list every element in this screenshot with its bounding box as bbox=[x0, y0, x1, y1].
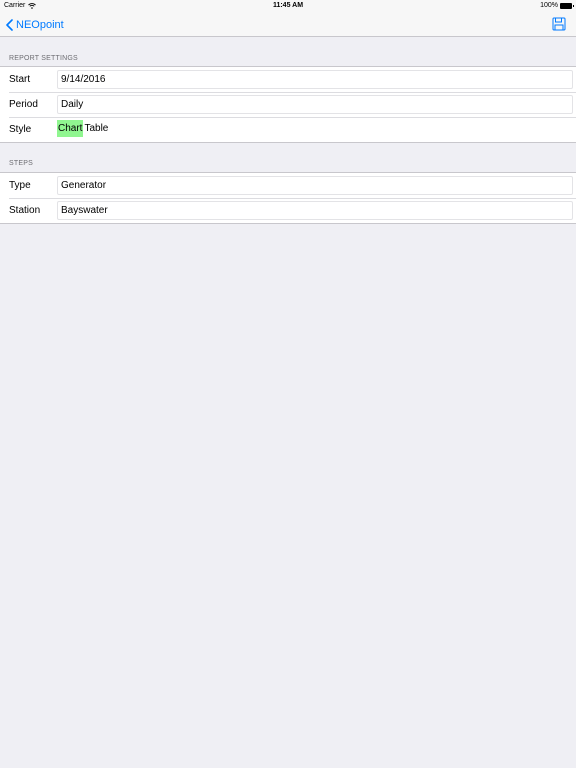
style-label: Style bbox=[9, 124, 32, 135]
start-label: Start bbox=[9, 74, 31, 85]
start-field[interactable]: 9/14/2016 bbox=[57, 70, 573, 89]
style-option-table[interactable]: Table bbox=[83, 120, 109, 137]
period-field[interactable]: Daily bbox=[57, 95, 573, 114]
navigation-bar: NEOpoint bbox=[0, 12, 576, 37]
report-settings-header: REPORT SETTINGS bbox=[9, 55, 78, 62]
period-row: Period Daily bbox=[0, 92, 576, 117]
station-field[interactable]: Bayswater bbox=[57, 201, 573, 220]
chevron-left-icon bbox=[6, 18, 13, 31]
type-row: Type Generator bbox=[0, 173, 576, 198]
type-field[interactable]: Generator bbox=[57, 176, 573, 195]
station-label: Station bbox=[9, 205, 41, 216]
save-icon[interactable] bbox=[552, 17, 566, 31]
style-selector: Chart Table bbox=[57, 120, 573, 139]
steps-group: Type Generator Station Bayswater bbox=[0, 172, 576, 224]
start-row: Start 9/14/2016 bbox=[0, 67, 576, 92]
period-label: Period bbox=[9, 99, 38, 110]
battery-indicator: 100% bbox=[540, 0, 574, 12]
back-button[interactable]: NEOpoint bbox=[6, 16, 64, 33]
style-option-chart[interactable]: Chart bbox=[57, 120, 84, 137]
status-time: 11:45 AM bbox=[272, 2, 304, 9]
battery-icon bbox=[560, 3, 574, 9]
status-bar: Carrier 11:45 AM 100% bbox=[0, 0, 576, 12]
report-settings-group: Start 9/14/2016 Period Daily Style Chart… bbox=[0, 66, 576, 143]
back-button-label: NEOpoint bbox=[16, 18, 64, 31]
style-row: Style Chart Table bbox=[0, 117, 576, 142]
station-row: Station Bayswater bbox=[0, 198, 576, 223]
steps-header: STEPS bbox=[9, 160, 33, 167]
type-label: Type bbox=[9, 180, 31, 191]
battery-percent: 100% bbox=[540, 2, 558, 9]
